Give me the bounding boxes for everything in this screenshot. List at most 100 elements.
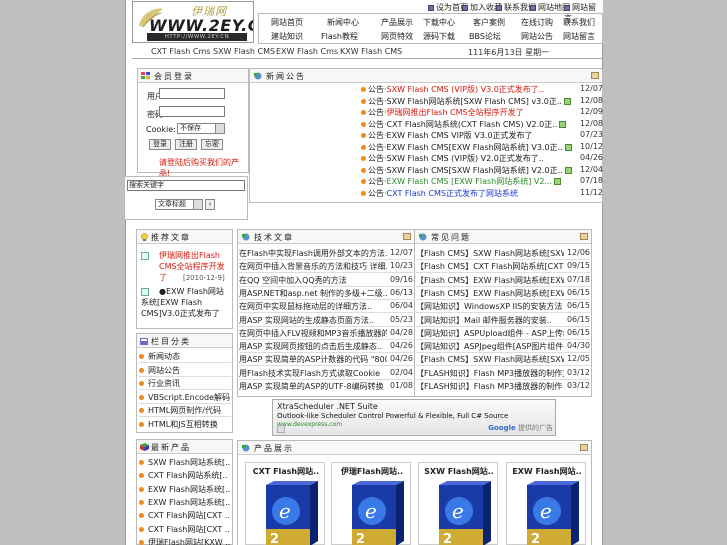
more-icon[interactable] — [580, 233, 588, 240]
news-title-text[interactable]: SXW Flash CMS (VIP版) V3.0正式发布了.. — [387, 85, 544, 94]
news-title-text[interactable]: EXW Flash CMS VIP版 V3.0正式发布了 — [387, 131, 533, 140]
product-card[interactable]: 伊瑞Flash网站.. e 2 — [331, 462, 411, 545]
faq-item-text[interactable]: 【Flash CMS】EXW Flash网站系统[EXW Fla.. — [416, 275, 564, 286]
tech-item[interactable]: 用ASP.NET和asp.net 制作的多级+二级.. 06/13 — [239, 288, 413, 299]
news-item[interactable]: 公告·CXT Flash CMS正式发布了网站系统 11/12 — [361, 188, 603, 199]
google-ad[interactable]: XtraScheduler .NET Suite Outlook-like Sc… — [272, 399, 556, 436]
product-card[interactable]: CXT Flash网站.. e 2 — [245, 462, 325, 545]
nav-item[interactable]: Flash教程 — [321, 31, 358, 42]
tech-item-text[interactable]: 在QQ 空间中加入QQ秀的方法 — [239, 275, 387, 286]
subnav-sxw[interactable]: SXW Flash CMS — [213, 47, 275, 56]
nav-item[interactable]: 源码下载 — [423, 31, 455, 42]
news-item-text[interactable]: 公告·CXT Flash网站系统(CXT Flash CMS) V2.0正.. — [361, 119, 567, 130]
tech-item-text[interactable]: 用ASP 实现简单的ASP的UTF-8编码转换 — [239, 381, 387, 392]
tech-item[interactable]: 在网页中插入FLV视频和MP3音乐播放器的.. 04/28 — [239, 328, 413, 339]
cookie-select[interactable]: 不保存 — [177, 123, 225, 134]
new-product-label[interactable]: 伊瑞Flash网站[KXW .. — [148, 538, 230, 545]
product-title[interactable]: SXW Flash网站.. — [419, 466, 499, 477]
news-item[interactable]: 公告·SXW Flash CMS[SXW Flash网站系统] V2.0正.. 1… — [361, 165, 603, 176]
ad-title[interactable]: XtraScheduler .NET Suite — [277, 402, 378, 411]
category-item[interactable]: 行业资讯 — [139, 378, 180, 389]
nav-item[interactable]: BBS论坛 — [469, 31, 501, 42]
tech-item-text[interactable]: 在网页中插入背景音乐的方法和技巧 详细.. — [239, 261, 387, 272]
faq-item-text[interactable]: 【网站知识】ASPJpeg组件[ASP图片组件].. — [416, 341, 564, 352]
product-card[interactable]: SXW Flash网站.. e 2 — [418, 462, 498, 545]
new-product-item[interactable]: EXW Flash网站系统[.. — [139, 497, 230, 508]
category-item[interactable]: VBScript.Encode解码 — [139, 392, 230, 403]
tech-item-text[interactable]: 用ASP 实现网页按钮的点击后生成静态.. — [239, 341, 387, 352]
nav-item[interactable]: 网站公告 — [521, 31, 553, 42]
tech-item[interactable]: 用ASP 实现简单的ASP的UTF-8编码转换 01/08 — [239, 381, 413, 392]
news-title-text[interactable]: SXW Flash网站系统[SXW Flash CMS] v3.0正.. — [387, 97, 562, 106]
news-title-text[interactable]: SXW Flash CMS (VIP版) V2.0正式发布了.. — [387, 154, 544, 163]
faq-item[interactable]: 【Flash CMS】EXW Flash网站系统[EXW Fla..07/18 — [416, 275, 590, 286]
faq-item[interactable]: 【FLASH知识】Flash MP3播放器的制作 03/12 — [416, 381, 590, 392]
search-input[interactable]: 搜索关键字 — [127, 180, 245, 191]
news-item[interactable]: 公告·伊瑞网推出Flash CMS全站程序开发了 12/09 — [361, 107, 603, 118]
nav-item[interactable]: 网页特效 — [381, 31, 413, 42]
new-product-item[interactable]: CXT Flash网站[CXT .. — [139, 524, 230, 535]
subnav-cxt[interactable]: CXT Flash Cms — [151, 47, 210, 56]
tech-item-text[interactable]: 在网页中插入FLV视频和MP3音乐播放器的.. — [239, 328, 387, 339]
product-title[interactable]: 伊瑞Flash网站.. — [332, 466, 412, 477]
tech-item[interactable]: 在网页中实现鼠标拖动层的详细方法.. 06/04 — [239, 301, 413, 312]
faq-item[interactable]: 【Flash CMS】SXW Flash网站系统[SXW Fla..12/06 — [416, 248, 590, 259]
tech-item-text[interactable]: 用ASP.NET和asp.net 制作的多级+二级.. — [239, 288, 387, 299]
nav-item[interactable]: 网站首页 — [271, 17, 303, 28]
news-title-text[interactable]: 伊瑞网推出Flash CMS全站程序开发了 — [387, 108, 524, 117]
faq-item[interactable]: 【网站知识】WindowsXP IIS的安装方法 +.. 06/15 — [416, 301, 590, 312]
ad-prev-button[interactable] — [277, 425, 285, 433]
tech-item[interactable]: 在QQ 空间中加入QQ秀的方法 09/16 — [239, 275, 413, 286]
category-item[interactable]: HTML网页制作/代码 — [139, 405, 221, 416]
nav-item[interactable]: 产品展示 — [381, 17, 413, 28]
tech-item-text[interactable]: 用Flash技术实现Flash方式读取Cookie — [239, 368, 387, 379]
category-label[interactable]: HTML网页制作/代码 — [148, 406, 221, 415]
news-title-text[interactable]: CXT Flash网站系统(CXT Flash CMS) V2.0正.. — [387, 120, 558, 129]
subnav-kxw[interactable]: KXW Flash CMS — [340, 47, 402, 56]
tech-item[interactable]: 用ASP 实现网站的生成静态页面方法.. 05/23 — [239, 315, 413, 326]
new-product-item[interactable]: SXW Flash网站系统[.. — [139, 457, 230, 468]
news-item-text[interactable]: 公告·SXW Flash网站系统[SXW Flash CMS] v3.0正.. — [361, 96, 571, 107]
category-item[interactable]: 网站公告 — [139, 365, 180, 376]
faq-item-text[interactable]: 【Flash CMS】CXT Flash网站系统[CXT Fla.. — [416, 261, 564, 272]
more-icon[interactable] — [403, 233, 411, 240]
nav-item[interactable]: 网站留言 — [563, 31, 595, 42]
tech-item-text[interactable]: 用ASP 实现网站的生成静态页面方法.. — [239, 315, 387, 326]
search-field-select[interactable]: 文章标题 — [155, 199, 203, 210]
news-item[interactable]: 公告·EXW Flash CMS [EXW Flash网站系统] V2... 07… — [361, 176, 603, 187]
news-item[interactable]: 公告·CXT Flash网站系统(CXT Flash CMS) V2.0正.. 1… — [361, 119, 603, 130]
tech-item[interactable]: 用ASP 实现网页按钮的点击后生成静态.. 04/26 — [239, 341, 413, 352]
product-title[interactable]: CXT Flash网站.. — [246, 466, 326, 477]
new-product-label[interactable]: SXW Flash网站系统[.. — [148, 458, 230, 467]
news-item-text[interactable]: 公告·EXW Flash CMS[EXW Flash网站系统] V3.0正.. — [361, 142, 572, 153]
news-item-text[interactable]: 公告·EXW Flash CMS VIP版 V3.0正式发布了 — [361, 130, 533, 141]
new-product-item[interactable]: CXT Flash网站[CXT .. — [139, 510, 230, 521]
news-item-text[interactable]: 公告·SXW Flash CMS[SXW Flash网站系统] V2.0正.. — [361, 165, 572, 176]
news-title-text[interactable]: CXT Flash CMS正式发布了网站系统 — [387, 189, 518, 198]
more-icon[interactable] — [580, 444, 588, 451]
new-product-item[interactable]: CXT Flash网站系统[.. — [139, 470, 228, 481]
tech-item[interactable]: 在网页中插入背景音乐的方法和技巧 详细.. 10/23 — [239, 261, 413, 272]
password-input[interactable] — [159, 106, 225, 117]
faq-item[interactable]: 【Flash CMS】EXW Flash网站系统[EXW Fla..06/15 — [416, 288, 590, 299]
news-item[interactable]: 公告·SXW Flash CMS (VIP版) V3.0正式发布了.. 12/07 — [361, 84, 603, 95]
nav-item[interactable]: 新闻中心 — [327, 17, 359, 28]
more-icon[interactable] — [591, 72, 599, 79]
tech-item-text[interactable]: 在网页中实现鼠标拖动层的详细方法.. — [239, 301, 387, 312]
tech-item[interactable]: 用ASP 实现简单的ASP计数器的代码 "800.. 04/26 — [239, 354, 413, 365]
news-title-text[interactable]: EXW Flash CMS[EXW Flash网站系统] V3.0正.. — [387, 143, 563, 152]
search-button[interactable]: › — [205, 199, 215, 210]
product-card[interactable]: EXW Flash网站.. e 2 — [506, 462, 586, 545]
faq-item-text[interactable]: 【网站知识】Mail 邮件服务器的安装.. — [416, 315, 564, 326]
nav-item[interactable]: 下载中心 — [423, 17, 455, 28]
new-product-label[interactable]: CXT Flash网站[CXT .. — [148, 525, 230, 534]
category-label[interactable]: 新闻动态 — [148, 352, 180, 361]
nav-item[interactable]: 联系我们 — [563, 17, 595, 28]
category-item[interactable]: HTML和JS互相转换 — [139, 419, 218, 430]
new-product-item[interactable]: 伊瑞Flash网站[KXW .. — [139, 537, 230, 545]
nav-item[interactable]: 客户案例 — [473, 17, 505, 28]
faq-item[interactable]: 【Flash CMS】CXT Flash网站系统[CXT Fla..09/15 — [416, 261, 590, 272]
product-title[interactable]: EXW Flash网站.. — [507, 466, 587, 477]
forgot-password-button[interactable]: 忘密 — [201, 139, 223, 150]
news-item-text[interactable]: 公告·EXW Flash CMS [EXW Flash网站系统] V2... — [361, 176, 562, 187]
